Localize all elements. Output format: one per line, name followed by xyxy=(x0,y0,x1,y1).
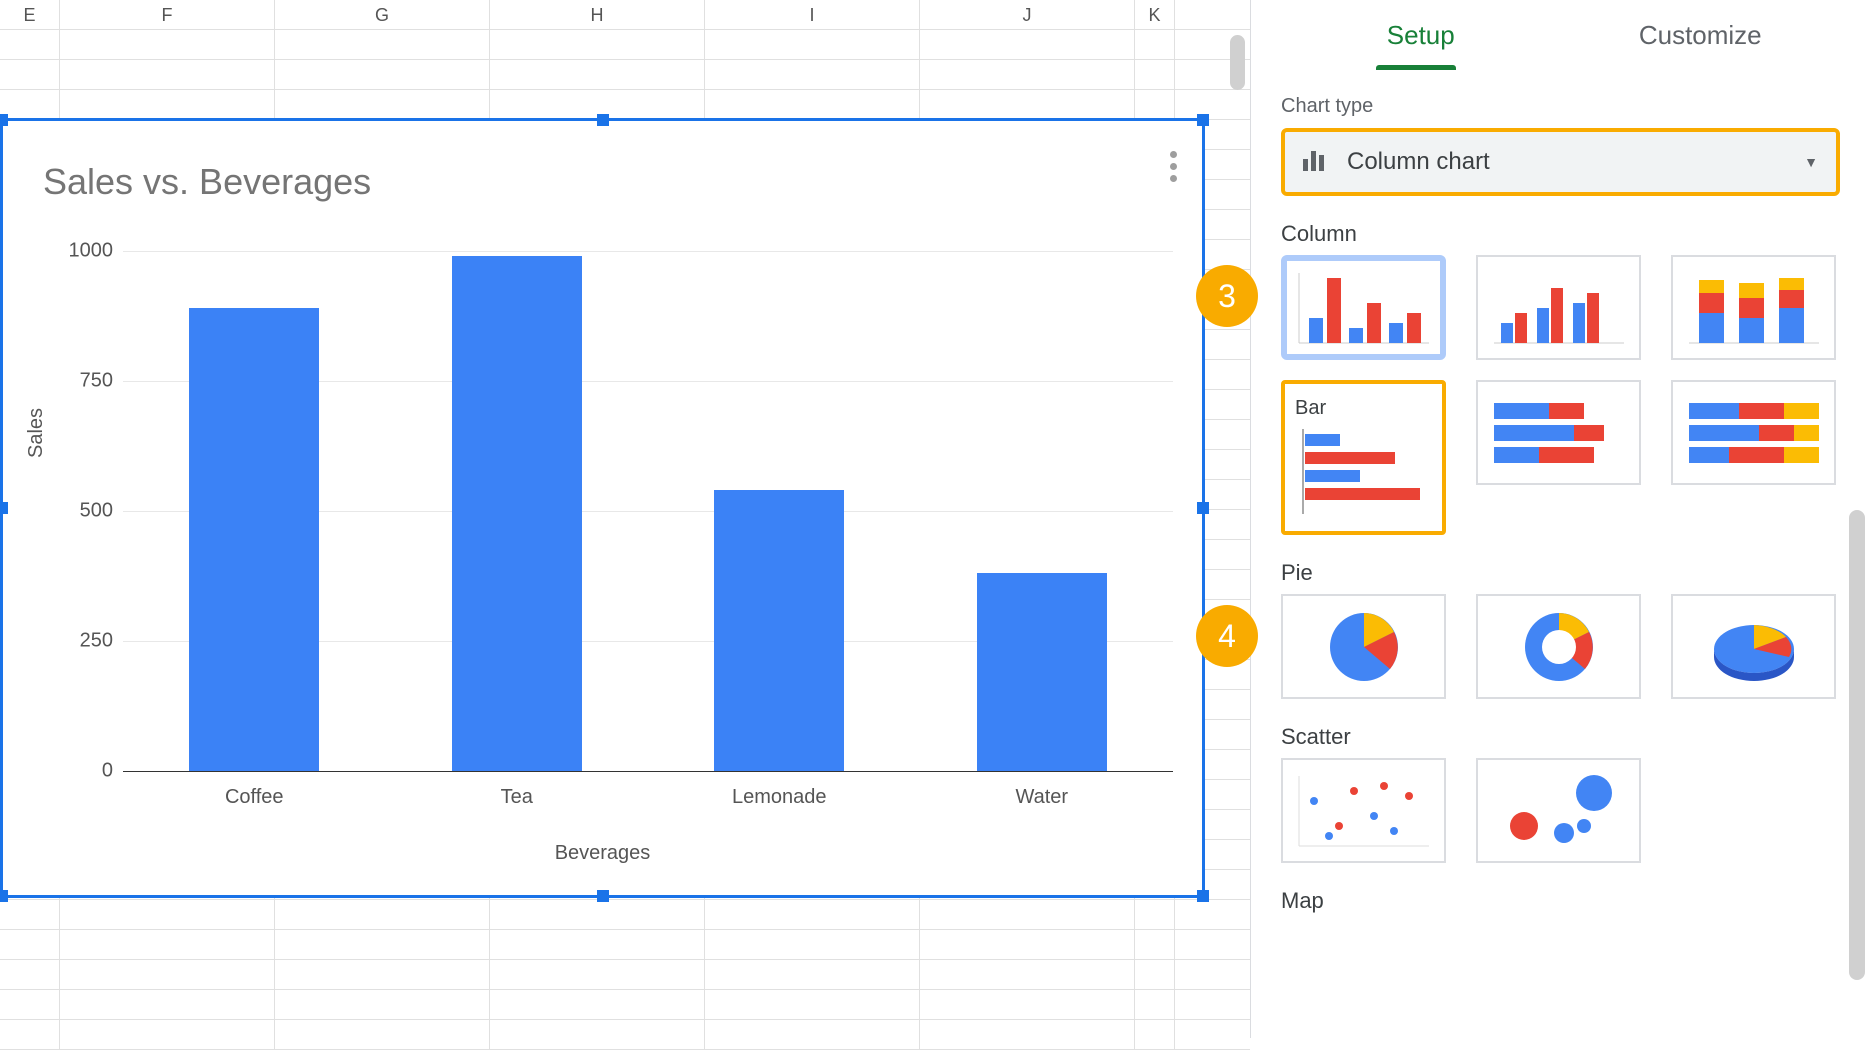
category-map: Map xyxy=(1281,888,1840,914)
col-header-E[interactable]: E xyxy=(0,0,60,29)
resize-handle[interactable] xyxy=(0,114,8,126)
thumb-pie[interactable] xyxy=(1281,594,1446,699)
y-tick-label: 500 xyxy=(80,500,113,523)
col-header-F[interactable]: F xyxy=(60,0,275,29)
tab-indicator xyxy=(1376,65,1456,70)
col-header-G[interactable]: G xyxy=(275,0,490,29)
thumb-column-grouped[interactable] xyxy=(1476,255,1641,360)
chart-editor-panel: Setup Customize Chart type Column chart … xyxy=(1250,0,1870,1038)
y-axis-label: Sales xyxy=(25,408,48,458)
thumb-column-chart[interactable] xyxy=(1281,255,1446,360)
y-tick-label: 250 xyxy=(80,630,113,653)
chart-title: Sales vs. Beverages xyxy=(43,161,371,203)
thumb-pie-3d[interactable] xyxy=(1671,594,1836,699)
col-header-J[interactable]: J xyxy=(920,0,1135,29)
y-tick-label: 1000 xyxy=(69,240,114,263)
annotation-step-4: 4 xyxy=(1196,605,1258,667)
col-header-H[interactable]: H xyxy=(490,0,705,29)
spreadsheet-grid[interactable]: E F G H I J K Sales vs. Beverages Sales … xyxy=(0,0,1250,1038)
annotation-step-3: 3 xyxy=(1196,265,1258,327)
resize-handle[interactable] xyxy=(1197,114,1209,126)
column-headers: E F G H I J K xyxy=(0,0,1250,30)
chart-overflow-menu-icon[interactable] xyxy=(1170,151,1177,182)
tab-customize[interactable]: Customize xyxy=(1561,0,1841,70)
sheet-scrollbar[interactable] xyxy=(1230,35,1245,90)
chart-bar xyxy=(977,573,1107,771)
chevron-down-icon: ▼ xyxy=(1804,154,1818,170)
x-tick-label: Lemonade xyxy=(679,786,879,809)
resize-handle[interactable] xyxy=(1197,502,1209,514)
thumb-bar-stacked[interactable] xyxy=(1476,380,1641,485)
tab-setup[interactable]: Setup xyxy=(1281,0,1561,70)
y-tick-label: 750 xyxy=(80,370,113,393)
thumb-bar-100[interactable] xyxy=(1671,380,1836,485)
chart-type-label: Chart type xyxy=(1281,95,1840,118)
thumb-bar-chart[interactable]: Bar xyxy=(1281,380,1446,535)
col-header-I[interactable]: I xyxy=(705,0,920,29)
resize-handle[interactable] xyxy=(597,890,609,902)
embedded-chart[interactable]: Sales vs. Beverages Sales 02505007501000… xyxy=(0,118,1205,898)
x-tick-label: Water xyxy=(942,786,1142,809)
col-header-K[interactable]: K xyxy=(1135,0,1175,29)
resize-handle[interactable] xyxy=(597,114,609,126)
column-chart-icon xyxy=(1303,149,1329,176)
plot-area: 02505007501000CoffeeTeaLemonadeWater xyxy=(123,251,1173,771)
category-bar: Bar xyxy=(1295,397,1326,420)
resize-handle[interactable] xyxy=(0,890,8,902)
chart-bar xyxy=(189,308,319,771)
chart-type-dropdown[interactable]: Column chart ▼ xyxy=(1281,128,1840,196)
chart-bar xyxy=(452,256,582,771)
chart-type-value: Column chart xyxy=(1347,148,1804,176)
sidebar-scrollbar[interactable] xyxy=(1849,510,1865,980)
chart-bar xyxy=(714,490,844,771)
thumb-column-stacked[interactable] xyxy=(1671,255,1836,360)
thumb-donut[interactable] xyxy=(1476,594,1641,699)
y-tick-label: 0 xyxy=(102,760,113,783)
x-tick-label: Coffee xyxy=(154,786,354,809)
thumb-bubble[interactable] xyxy=(1476,758,1641,863)
gridline xyxy=(123,771,1173,772)
category-pie: Pie xyxy=(1281,560,1840,586)
editor-tabs: Setup Customize xyxy=(1281,0,1840,70)
category-scatter: Scatter xyxy=(1281,724,1840,750)
resize-handle[interactable] xyxy=(1197,890,1209,902)
resize-handle[interactable] xyxy=(0,502,8,514)
x-axis-label: Beverages xyxy=(3,842,1202,865)
thumb-scatter[interactable] xyxy=(1281,758,1446,863)
x-tick-label: Tea xyxy=(417,786,617,809)
category-column: Column xyxy=(1281,221,1840,247)
gridline xyxy=(123,251,1173,252)
